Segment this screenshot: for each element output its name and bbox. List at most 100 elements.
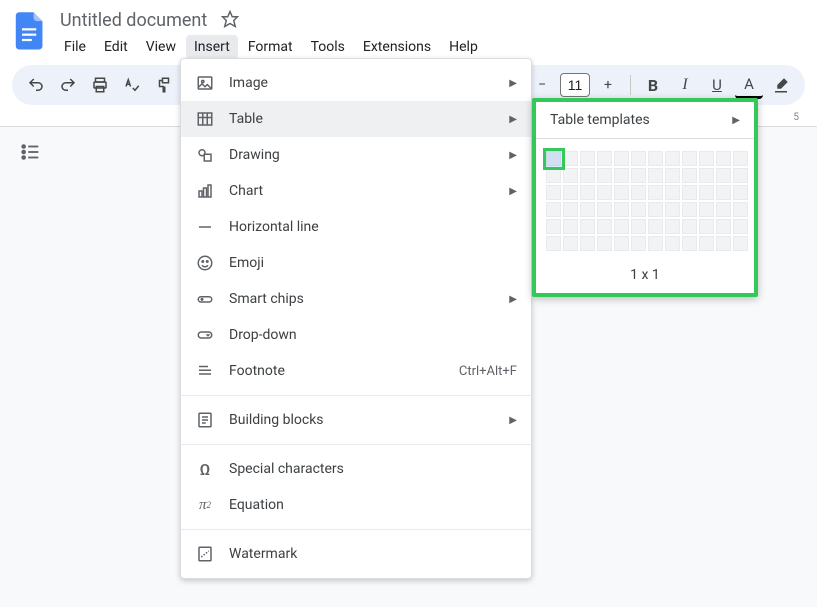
grid-cell[interactable] <box>699 151 714 166</box>
grid-cell[interactable] <box>699 168 714 183</box>
bold-button[interactable]: B <box>639 71 667 99</box>
grid-cell[interactable] <box>682 202 697 217</box>
grid-cell[interactable] <box>597 185 612 200</box>
menu-building-blocks[interactable]: Building blocks ▶ <box>181 402 531 438</box>
grid-cell[interactable] <box>716 168 731 183</box>
grid-cell[interactable] <box>682 185 697 200</box>
menubar-format[interactable]: Format <box>240 35 301 59</box>
grid-cell[interactable] <box>614 168 629 183</box>
print-button[interactable] <box>86 71 114 99</box>
menu-special-characters[interactable]: Ω Special characters <box>181 451 531 487</box>
grid-cell[interactable] <box>614 219 629 234</box>
grid-cell[interactable] <box>733 236 748 251</box>
grid-cell[interactable] <box>580 219 595 234</box>
menu-smart-chips[interactable]: Smart chips ▶ <box>181 281 531 317</box>
grid-cell[interactable] <box>648 168 663 183</box>
highlight-button[interactable] <box>767 71 795 99</box>
menu-image[interactable]: Image ▶ <box>181 65 531 101</box>
grid-cell[interactable] <box>733 151 748 166</box>
menu-table[interactable]: Table ▶ <box>181 101 531 137</box>
grid-cell[interactable] <box>648 236 663 251</box>
grid-cell[interactable] <box>546 236 561 251</box>
grid-cell[interactable] <box>563 185 578 200</box>
menu-watermark[interactable]: Watermark <box>181 536 531 572</box>
grid-cell[interactable] <box>614 185 629 200</box>
grid-cell[interactable] <box>631 185 646 200</box>
grid-cell[interactable] <box>733 168 748 183</box>
menu-footnote[interactable]: Footnote Ctrl+Alt+F <box>181 353 531 389</box>
grid-cell[interactable] <box>682 219 697 234</box>
grid-cell[interactable] <box>631 202 646 217</box>
grid-cell[interactable] <box>665 219 680 234</box>
menu-drawing[interactable]: Drawing ▶ <box>181 137 531 173</box>
menu-emoji[interactable]: Emoji <box>181 245 531 281</box>
grid-cell[interactable] <box>546 185 561 200</box>
grid-cell[interactable] <box>546 219 561 234</box>
grid-cell[interactable] <box>580 168 595 183</box>
grid-cell[interactable] <box>665 168 680 183</box>
grid-cell[interactable] <box>716 185 731 200</box>
grid-cell[interactable] <box>699 185 714 200</box>
font-size-increase[interactable]: + <box>594 71 622 99</box>
grid-cell[interactable] <box>716 219 731 234</box>
underline-button[interactable]: U <box>703 71 731 99</box>
grid-cell[interactable] <box>648 185 663 200</box>
grid-cell[interactable] <box>546 151 561 166</box>
redo-button[interactable] <box>54 71 82 99</box>
grid-cell[interactable] <box>699 236 714 251</box>
grid-cell[interactable] <box>546 202 561 217</box>
grid-cell[interactable] <box>631 168 646 183</box>
grid-cell[interactable] <box>597 236 612 251</box>
paint-format-button[interactable] <box>150 71 178 99</box>
menubar-extensions[interactable]: Extensions <box>355 35 439 59</box>
outline-icon[interactable] <box>20 151 42 167</box>
grid-cell[interactable] <box>648 202 663 217</box>
grid-cell[interactable] <box>665 202 680 217</box>
grid-cell[interactable] <box>580 185 595 200</box>
grid-cell[interactable] <box>648 219 663 234</box>
menu-chart[interactable]: Chart ▶ <box>181 173 531 209</box>
grid-cell[interactable] <box>631 151 646 166</box>
grid-cell[interactable] <box>597 219 612 234</box>
grid-cell[interactable] <box>597 202 612 217</box>
grid-cell[interactable] <box>699 219 714 234</box>
grid-cell[interactable] <box>597 151 612 166</box>
grid-cell[interactable] <box>563 219 578 234</box>
menubar-tools[interactable]: Tools <box>303 35 353 59</box>
menubar-insert[interactable]: Insert <box>186 35 238 59</box>
grid-cell[interactable] <box>648 151 663 166</box>
grid-cell[interactable] <box>665 185 680 200</box>
grid-cell[interactable] <box>665 151 680 166</box>
grid-cell[interactable] <box>580 151 595 166</box>
grid-cell[interactable] <box>716 151 731 166</box>
table-templates[interactable]: Table templates ▶ <box>536 102 754 138</box>
grid-cell[interactable] <box>563 151 578 166</box>
grid-cell[interactable] <box>614 151 629 166</box>
grid-cell[interactable] <box>682 168 697 183</box>
grid-cell[interactable] <box>716 236 731 251</box>
menu-dropdown[interactable]: Drop-down <box>181 317 531 353</box>
grid-cell[interactable] <box>580 236 595 251</box>
table-size-picker[interactable] <box>546 151 744 251</box>
spellcheck-button[interactable] <box>118 71 146 99</box>
grid-cell[interactable] <box>563 168 578 183</box>
grid-cell[interactable] <box>733 202 748 217</box>
grid-cell[interactable] <box>631 219 646 234</box>
grid-cell[interactable] <box>733 219 748 234</box>
undo-button[interactable] <box>22 71 50 99</box>
font-size-decrease[interactable]: − <box>528 71 556 99</box>
grid-cell[interactable] <box>546 168 561 183</box>
grid-cell[interactable] <box>631 236 646 251</box>
menubar-file[interactable]: File <box>56 35 94 59</box>
grid-cell[interactable] <box>699 202 714 217</box>
grid-cell[interactable] <box>563 202 578 217</box>
grid-cell[interactable] <box>597 168 612 183</box>
star-icon[interactable] <box>221 10 239 32</box>
italic-button[interactable]: I <box>671 71 699 99</box>
docs-logo-icon[interactable] <box>12 8 48 52</box>
menubar-help[interactable]: Help <box>441 35 486 59</box>
grid-cell[interactable] <box>580 202 595 217</box>
menu-equation[interactable]: π2 Equation <box>181 487 531 523</box>
font-size-input[interactable] <box>560 73 590 97</box>
grid-cell[interactable] <box>614 236 629 251</box>
